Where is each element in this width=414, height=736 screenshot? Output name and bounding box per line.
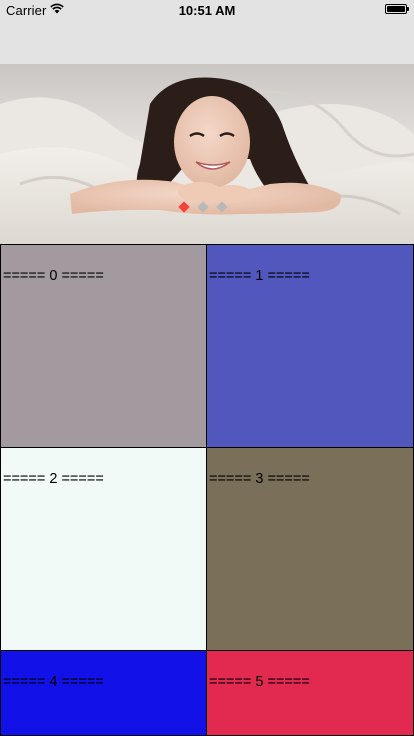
collection-grid: ===== 0 ===== ===== 1 ===== ===== 2 ====…	[0, 244, 414, 736]
cell-label: ===== 1 =====	[209, 268, 310, 284]
grid-cell-0[interactable]: ===== 0 =====	[0, 244, 208, 448]
battery-icon	[385, 4, 409, 14]
cell-label: ===== 0 =====	[3, 268, 104, 284]
navigation-bar	[0, 20, 414, 64]
banner-carousel[interactable]	[0, 64, 414, 244]
page-indicator[interactable]	[178, 201, 228, 213]
grid-cell-3[interactable]: ===== 3 =====	[206, 447, 414, 651]
grid-cell-2[interactable]: ===== 2 =====	[0, 447, 208, 651]
cell-label: ===== 3 =====	[209, 471, 310, 487]
portrait-photo	[0, 64, 414, 244]
grid-cell-4[interactable]: ===== 4 =====	[0, 650, 208, 736]
cell-label: ===== 5 =====	[209, 674, 310, 690]
page-dot-1[interactable]	[178, 201, 190, 213]
status-bar: Carrier 10:51 AM	[0, 0, 414, 20]
clock-time: 10:51 AM	[178, 3, 236, 18]
grid-cell-5[interactable]: ===== 5 =====	[206, 650, 414, 736]
grid-cell-1[interactable]: ===== 1 =====	[206, 244, 414, 448]
page-dot-3[interactable]	[216, 201, 228, 213]
cell-label: ===== 4 =====	[3, 674, 104, 690]
page-dot-2[interactable]	[197, 201, 209, 213]
cell-label: ===== 2 =====	[3, 471, 104, 487]
